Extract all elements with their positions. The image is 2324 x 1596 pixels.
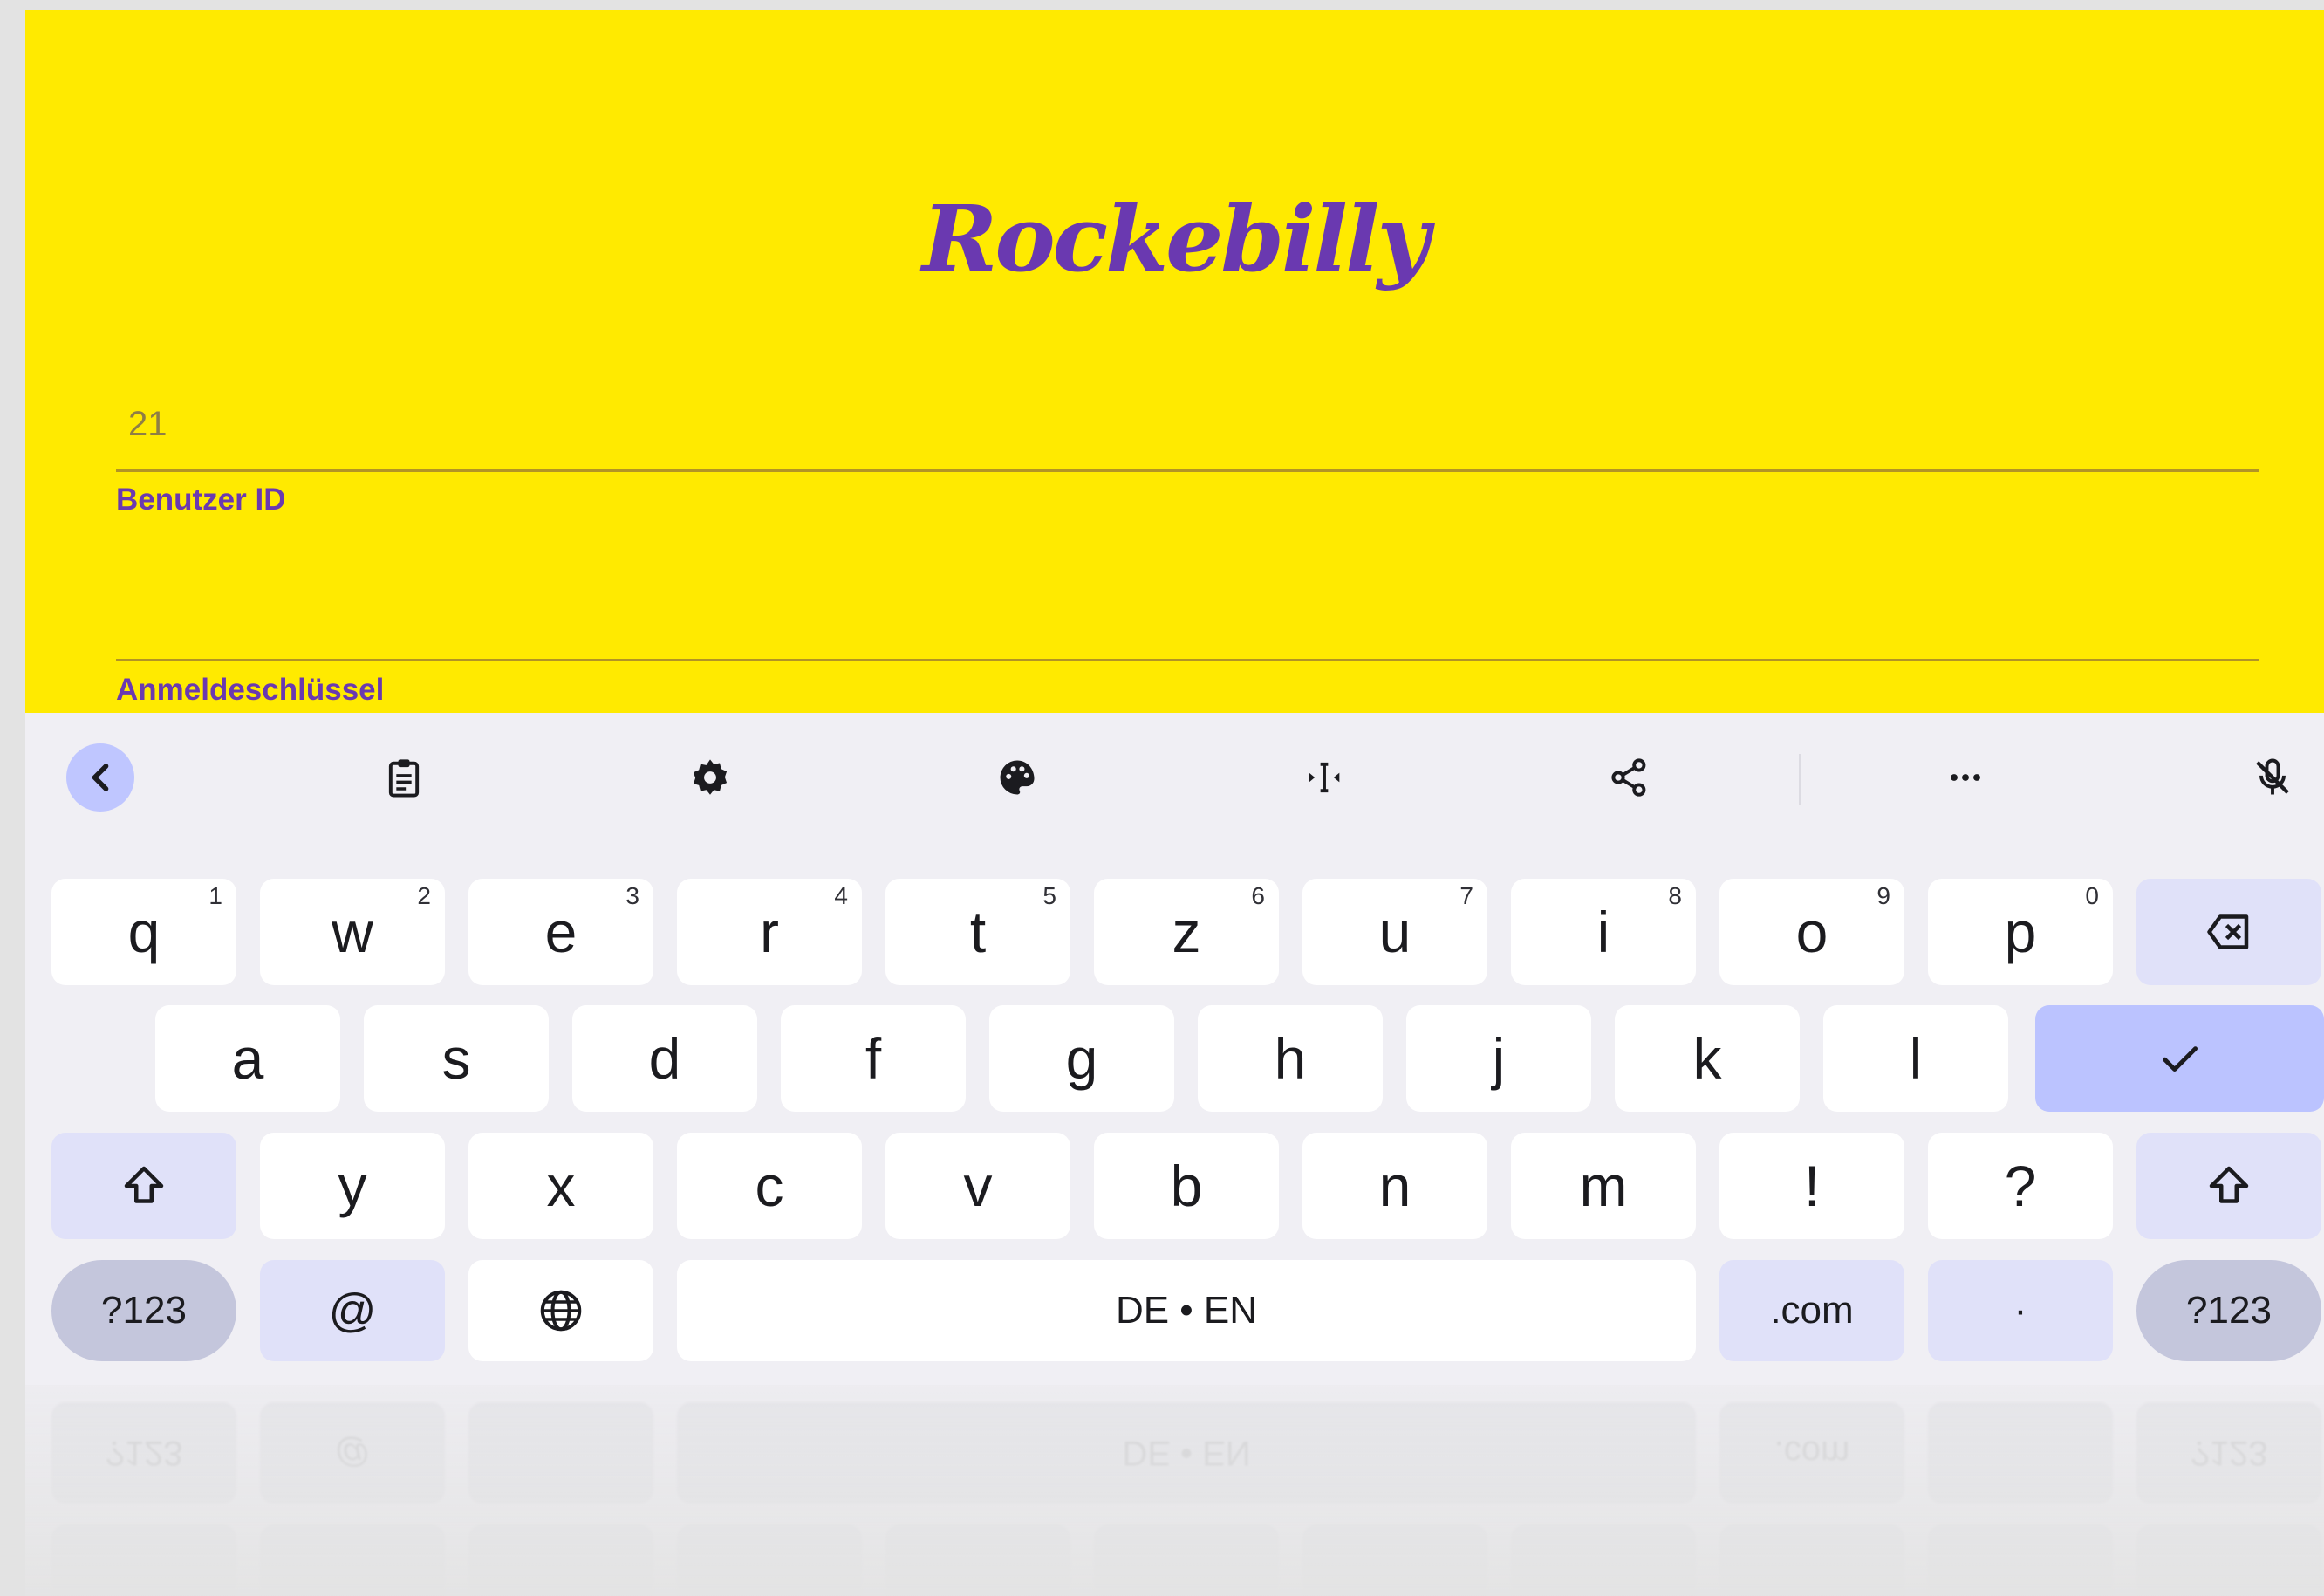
key-w[interactable]: w2 xyxy=(260,879,445,985)
key-x[interactable]: x xyxy=(468,1133,653,1239)
symbols-key-right[interactable]: ?123 xyxy=(2136,1260,2321,1361)
key-c[interactable]: c xyxy=(677,1133,862,1239)
palette-icon[interactable] xyxy=(983,743,1051,812)
key-hint: 3 xyxy=(625,882,639,909)
key-u[interactable]: u7 xyxy=(1302,879,1487,985)
key-s[interactable]: s xyxy=(364,1005,549,1112)
key-hint: 2 xyxy=(417,882,431,909)
shift-icon xyxy=(124,1166,164,1203)
settings-icon[interactable] xyxy=(676,743,744,812)
key-n[interactable]: n xyxy=(1302,1133,1487,1239)
more-icon[interactable] xyxy=(1931,743,1999,812)
key-m[interactable]: m xyxy=(1511,1133,1696,1239)
key-y[interactable]: y xyxy=(260,1133,445,1239)
share-icon[interactable] xyxy=(1596,743,1664,812)
symbols-key-left[interactable]: ?123 xyxy=(51,1260,236,1361)
key-hint: 9 xyxy=(1876,882,1890,909)
mic-off-icon[interactable] xyxy=(2239,743,2307,812)
user-id-underline xyxy=(116,469,2259,472)
key-b[interactable]: b xyxy=(1094,1133,1279,1239)
user-id-label: Benutzer ID xyxy=(116,483,286,517)
key-z[interactable]: z6 xyxy=(1094,879,1279,985)
key-hint: 0 xyxy=(2085,882,2099,909)
key-l[interactable]: l xyxy=(1823,1005,2008,1112)
shift-key-right[interactable] xyxy=(2136,1133,2321,1239)
key-o[interactable]: o9 xyxy=(1719,879,1904,985)
period-key[interactable]: · xyxy=(1928,1260,2113,1361)
key-r[interactable]: r4 xyxy=(677,879,862,985)
key-hint: 1 xyxy=(208,882,222,909)
key-d[interactable]: d xyxy=(572,1005,757,1112)
shift-icon xyxy=(2209,1166,2249,1203)
space-key[interactable]: DE • EN xyxy=(677,1260,1696,1361)
key-p[interactable]: p0 xyxy=(1928,879,2113,985)
password-input[interactable] xyxy=(128,595,2272,647)
clipboard-icon[interactable] xyxy=(370,743,438,812)
shift-key-left[interactable] xyxy=(51,1133,236,1239)
at-key[interactable]: @ xyxy=(260,1260,445,1361)
key-e[interactable]: e3 xyxy=(468,879,653,985)
enter-key[interactable] xyxy=(2035,1005,2324,1112)
key-f[interactable]: f xyxy=(781,1005,966,1112)
key-question[interactable]: ? xyxy=(1928,1133,2113,1239)
password-underline xyxy=(116,659,2259,661)
backspace-key[interactable] xyxy=(2136,879,2321,985)
device-screen: Rockebilly 21 Benutzer ID Anmeldeschlüss… xyxy=(25,10,2324,1596)
reflection-fade xyxy=(25,1385,2324,1596)
key-hint: 7 xyxy=(1459,882,1473,909)
dotcom-key[interactable]: .com xyxy=(1719,1260,1904,1361)
key-i[interactable]: i8 xyxy=(1511,879,1696,985)
key-q[interactable]: q1 xyxy=(51,879,236,985)
user-id-input[interactable]: 21 xyxy=(128,405,167,444)
key-t[interactable]: t5 xyxy=(885,879,1070,985)
language-key[interactable] xyxy=(468,1260,653,1361)
backspace-icon xyxy=(2207,914,2249,949)
toolbar-divider xyxy=(1799,754,1801,805)
back-icon[interactable] xyxy=(66,743,134,812)
key-hint: 4 xyxy=(834,882,848,909)
key-hint: 8 xyxy=(1668,882,1682,909)
key-g[interactable]: g xyxy=(989,1005,1174,1112)
key-exclamation[interactable]: ! xyxy=(1719,1133,1904,1239)
key-h[interactable]: h xyxy=(1198,1005,1383,1112)
login-screen: Rockebilly 21 Benutzer ID Anmeldeschlüss… xyxy=(25,10,2324,713)
key-j[interactable]: j xyxy=(1406,1005,1591,1112)
globe-icon xyxy=(540,1290,582,1332)
password-label: Anmeldeschlüssel xyxy=(116,673,385,707)
app-title: Rockebilly xyxy=(921,185,1430,292)
key-v[interactable]: v xyxy=(885,1133,1070,1239)
check-icon xyxy=(2162,1046,2198,1072)
key-hint: 6 xyxy=(1251,882,1265,909)
key-k[interactable]: k xyxy=(1615,1005,1800,1112)
key-hint: 5 xyxy=(1042,882,1056,909)
text-cursor-icon[interactable] xyxy=(1290,743,1358,812)
key-a[interactable]: a xyxy=(155,1005,340,1112)
